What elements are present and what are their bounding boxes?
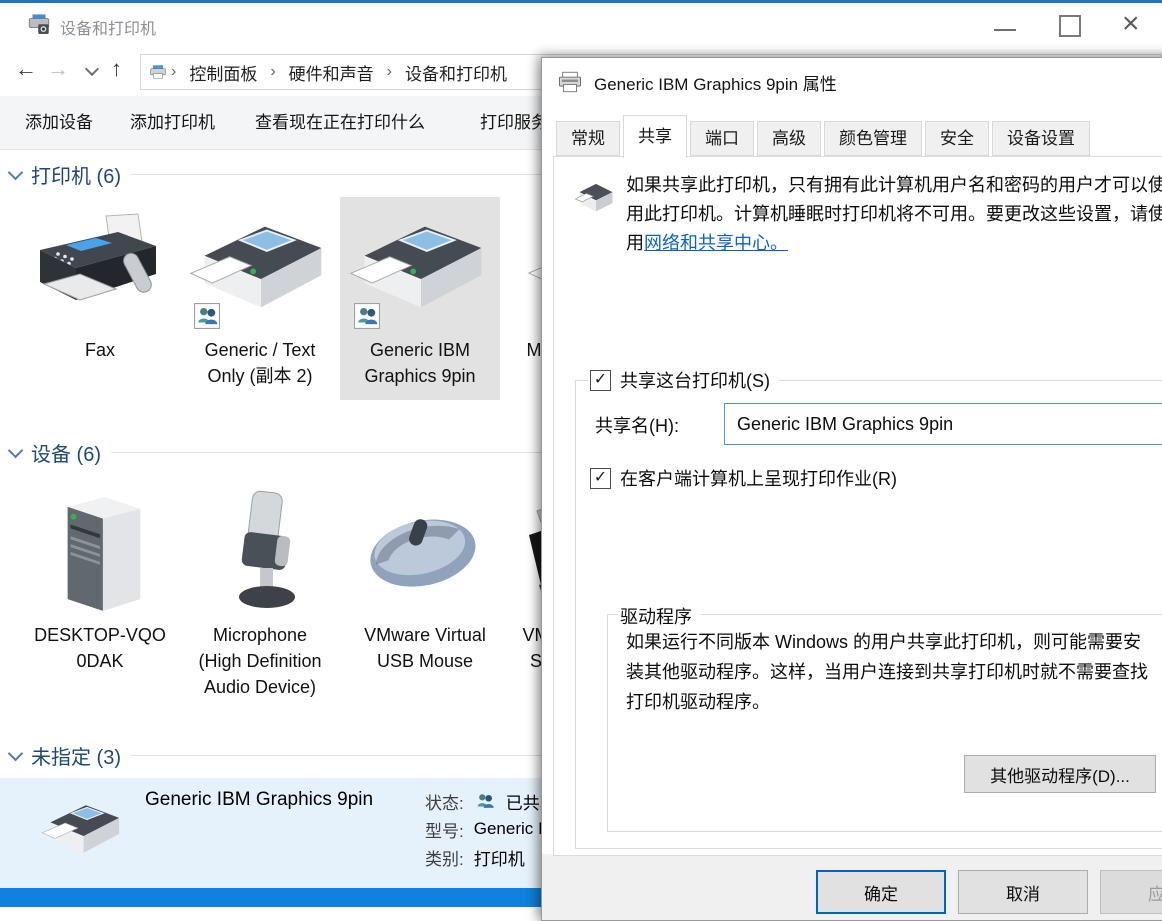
tab-advanced[interactable]: 高级 (757, 121, 821, 156)
back-icon[interactable]: ← (15, 56, 37, 82)
sharing-info-text-line2: 用此打印机。计算机睡眠时打印机将不可用。要更改这些设置，请使 (626, 200, 1162, 226)
printer-label: Generic IBM Graphics 9pin (340, 337, 500, 389)
tab-color-management[interactable]: 颜色管理 (824, 121, 922, 156)
dialog-title: Generic IBM Graphics 9pin 属性 (594, 70, 837, 95)
device-tile-desktop[interactable]: DESKTOP-VQO 0DAK (20, 480, 180, 720)
up-icon[interactable]: ↑ (111, 56, 122, 82)
share-name-input[interactable] (724, 403, 1162, 445)
breadcrumb-separator: › (270, 63, 275, 81)
mouse-icon (357, 504, 493, 598)
section-printers-label: 打印机 (6) (31, 160, 121, 189)
shared-badge-icon (194, 303, 220, 329)
device-tile-microphone[interactable]: Microphone (High Definition Audio Device… (180, 480, 340, 720)
collapse-chevron-icon (8, 745, 24, 761)
maximize-icon[interactable] (1059, 15, 1081, 37)
computer-tower-icon (46, 485, 154, 617)
drivers-group-label: 驱动程序 (618, 603, 701, 629)
network-sharing-center-link[interactable]: 网络和共享中心。 (644, 233, 788, 253)
add-device-button[interactable]: 添加设备 (25, 96, 93, 149)
additional-drivers-button[interactable]: 其他驱动程序(D)... (964, 755, 1156, 793)
sharing-info-line3-prefix: 用 (626, 233, 644, 253)
tab-device-settings[interactable]: 设备设置 (992, 121, 1090, 156)
breadcrumb-separator: › (171, 63, 176, 81)
details-printer-name: Generic IBM Graphics 9pin (145, 789, 373, 811)
details-category-value: 打印机 (474, 845, 525, 870)
share-printer-checkbox-row[interactable]: ✓ 共享这台打印机(S) (588, 367, 779, 393)
microphone-icon (210, 485, 310, 617)
selected-printer-icon (40, 796, 126, 862)
dialog-printer-icon (557, 71, 583, 93)
window-title: 设备和打印机 (60, 15, 156, 39)
window-accent-line (0, 0, 1162, 3)
printer-properties-dialog: Generic IBM Graphics 9pin 属性 常规 共享 端口 高级… (541, 57, 1162, 921)
collapse-chevron-icon (8, 442, 24, 458)
printer-label: Fax (20, 337, 180, 363)
cancel-button[interactable]: 取消 (958, 870, 1088, 914)
printer-tile-generic-ibm-graphics-9pin[interactable]: Generic IBM Graphics 9pin (340, 197, 500, 400)
tab-general[interactable]: 常规 (556, 121, 620, 156)
printer-tile-fax[interactable]: Fax (20, 197, 180, 400)
sharing-info-printer-icon (574, 181, 618, 217)
sharing-info-text-line3: 用网络和共享中心。 (626, 229, 788, 255)
tab-ports[interactable]: 端口 (690, 121, 754, 156)
share-printer-checkbox[interactable]: ✓ (590, 370, 611, 391)
devices-and-printers-app-icon (26, 12, 52, 38)
share-printer-checkbox-label: 共享这台打印机(S) (620, 367, 770, 393)
render-jobs-checkbox[interactable]: ✓ (590, 468, 611, 489)
add-printer-button[interactable]: 添加打印机 (130, 96, 215, 149)
device-label: Microphone (High Definition Audio Device… (180, 622, 340, 700)
collapse-chevron-icon (8, 164, 24, 180)
render-jobs-checkbox-label: 在客户端计算机上呈现打印作业(R) (620, 465, 897, 491)
close-icon[interactable]: × (1122, 4, 1140, 44)
device-label: VMware Virtual USB Mouse (345, 622, 505, 674)
device-label: DESKTOP-VQO 0DAK (20, 622, 180, 674)
see-whats-printing-button[interactable]: 查看现在正在打印什么 (255, 96, 425, 149)
dialog-titlebar: Generic IBM Graphics 9pin 属性 (542, 58, 837, 106)
share-name-label: 共享名(H): (595, 412, 679, 438)
device-tile-mouse[interactable]: VMware Virtual USB Mouse (345, 480, 505, 720)
printer-label: Generic / Text Only (副本 2) (180, 337, 340, 389)
breadcrumb-separator: › (387, 63, 392, 81)
render-jobs-checkbox-row[interactable]: ✓ 在客户端计算机上呈现打印作业(R) (588, 465, 906, 491)
section-devices-label: 设备 (6) (31, 438, 101, 467)
dialog-tab-strip: 常规 共享 端口 高级 颜色管理 安全 设备设置 (556, 116, 1093, 156)
drivers-info-text: 如果运行不同版本 Windows 的用户共享此打印机，则可能需要安 装其他驱动程… (626, 627, 1148, 717)
tab-sharing[interactable]: 共享 (623, 115, 687, 158)
section-unspecified-label: 未指定 (3) (31, 741, 121, 770)
breadcrumb-hardware-sound[interactable]: 硬件和声音 (280, 60, 383, 85)
sharing-info-text-line1: 如果共享此打印机，只有拥有此计算机用户名和密码的用户才可以使 (626, 171, 1162, 197)
tab-security[interactable]: 安全 (925, 121, 989, 156)
shared-badge-icon (474, 790, 496, 812)
shared-badge-icon (354, 303, 380, 329)
sharing-tab-page: 如果共享此打印机，只有拥有此计算机用户名和密码的用户才可以使 用此打印机。计算机… (553, 156, 1162, 856)
details-category-label: 类别: (425, 845, 464, 870)
fax-machine-icon (30, 212, 170, 322)
breadcrumb-control-panel[interactable]: 控制面板 (180, 60, 266, 85)
ok-button[interactable]: 确定 (816, 870, 946, 914)
details-model-label: 型号: (425, 817, 464, 842)
recent-locations-chevron-icon[interactable] (85, 62, 99, 76)
minimize-icon[interactable] (994, 29, 1016, 31)
location-printer-icon (149, 64, 167, 80)
forward-icon[interactable]: → (47, 56, 69, 82)
breadcrumb-devices-printers[interactable]: 设备和打印机 (396, 60, 516, 85)
details-status-label: 状态: (425, 789, 464, 814)
printer-tile-generic-text-only[interactable]: Generic / Text Only (副本 2) (180, 197, 340, 400)
apply-button[interactable]: 应用 (1100, 870, 1162, 914)
